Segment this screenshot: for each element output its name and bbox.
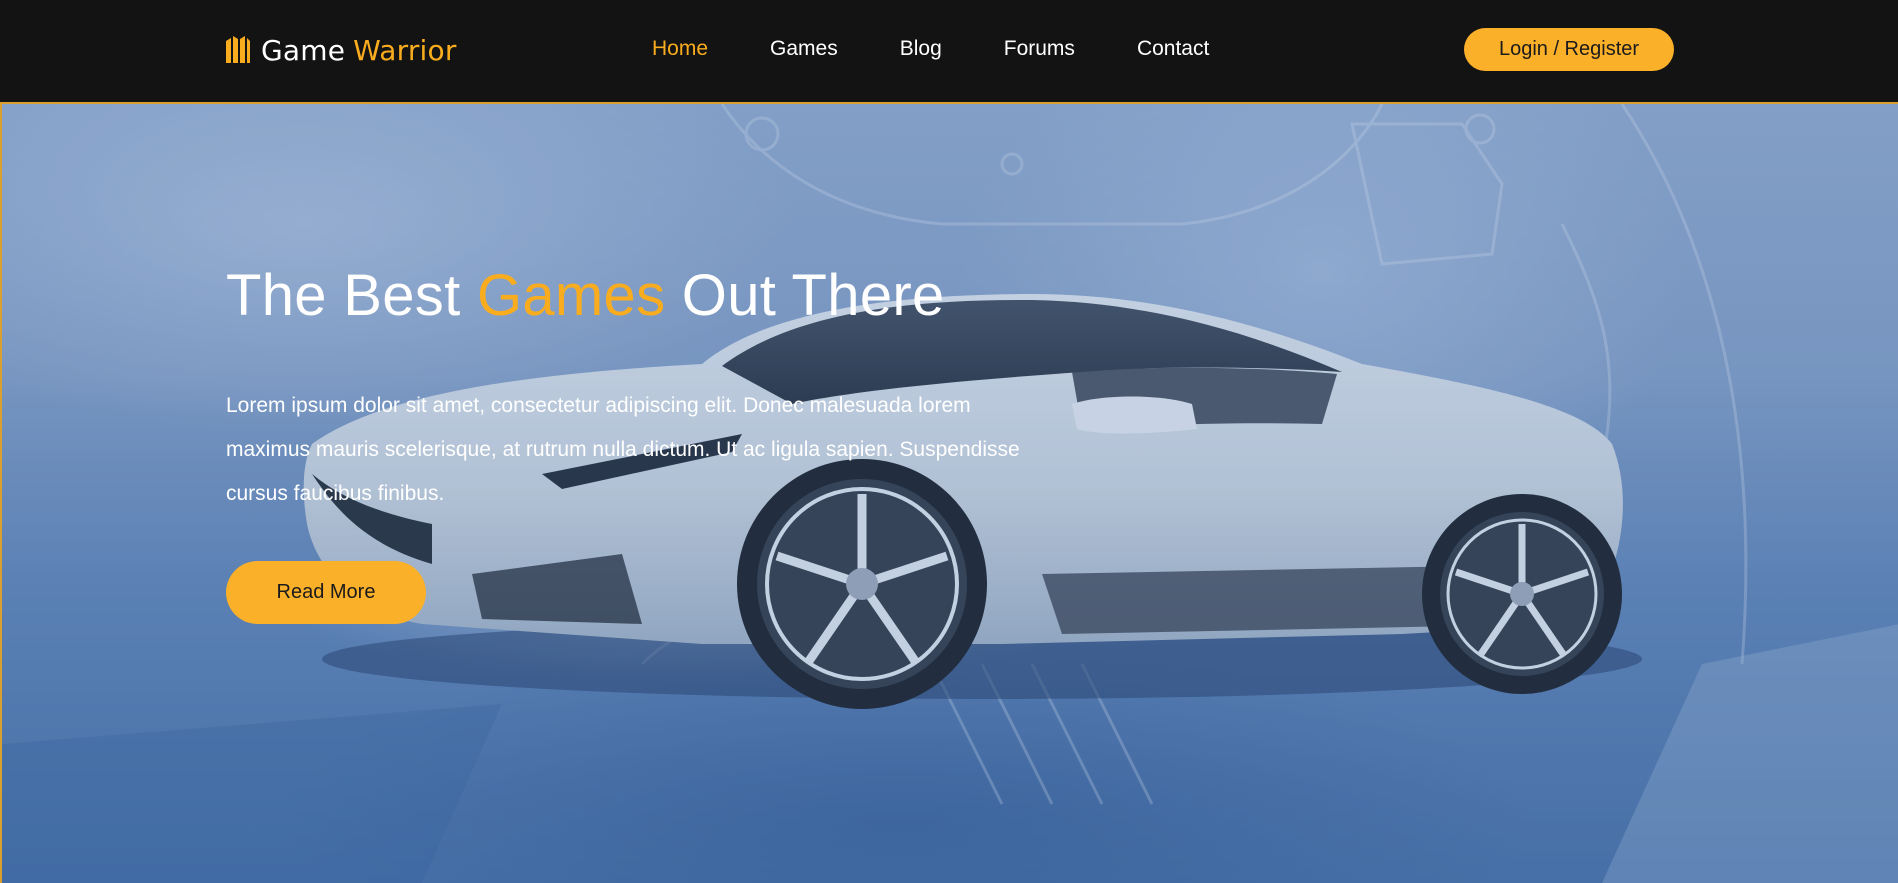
site-header: Game Warrior Home Games Blog Forums Cont… (0, 0, 1898, 104)
brand-name: Game (261, 33, 346, 67)
hero-title: The Best Games Out There (226, 262, 945, 329)
hero-section: The Best Games Out There Lorem ipsum dol… (0, 104, 1898, 883)
castle-icon (226, 36, 250, 63)
hero-title-accent: Games (476, 263, 666, 328)
nav-item-contact[interactable]: Contact (1137, 37, 1209, 61)
nav-item-blog[interactable]: Blog (900, 37, 942, 61)
nav-item-home[interactable]: Home (652, 37, 708, 61)
hero-title-prefix: The Best (226, 263, 477, 328)
nav-item-forums[interactable]: Forums (1004, 37, 1075, 61)
brand-logo[interactable]: Game Warrior (224, 30, 457, 70)
brand-name-accent: Warrior (353, 33, 457, 67)
hero-title-suffix: Out There (665, 263, 945, 328)
main-nav: Home Games Blog Forums Contact (652, 36, 1209, 62)
login-register-button[interactable]: Login / Register (1464, 28, 1674, 71)
hero-description: Lorem ipsum dolor sit amet, consectetur … (226, 394, 1020, 505)
read-more-button[interactable]: Read More (226, 561, 426, 624)
nav-item-games[interactable]: Games (770, 37, 838, 61)
